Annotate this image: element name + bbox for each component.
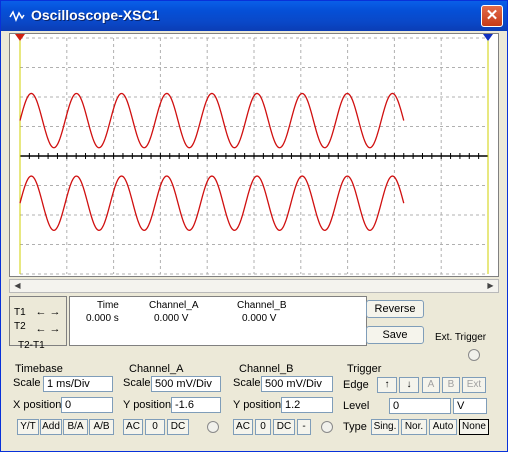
channel-a-title: Channel_A [127,363,186,375]
channel-a-header: Channel_A [149,300,199,311]
ext-trigger-connector[interactable] [468,349,480,361]
trigger-ext-button[interactable]: Ext [462,377,486,393]
edge-label: Edge [343,379,369,391]
mode-add-button[interactable]: Add [40,419,62,435]
trace-channel-a [19,175,405,232]
reverse-button[interactable]: Reverse [366,300,424,318]
scroll-right-icon[interactable]: ▶ [484,280,497,292]
channel-b-zero-button[interactable]: 0 [255,419,271,435]
mode-ab-button[interactable]: A/B [89,419,114,435]
title-bar[interactable]: Oscilloscope-XSC1 ✕ [1,1,507,31]
channel-a-scale-field[interactable]: 500 mV/Div [151,376,221,392]
ext-trigger-label: Ext. Trigger [435,332,487,343]
falling-edge-button[interactable]: ↓ [399,377,419,393]
scope-display [9,33,499,277]
t2-label: T2 [14,321,26,332]
cursor-t1-marker [15,34,25,41]
save-button[interactable]: Save [366,326,424,344]
horizontal-scrollbar[interactable]: ◀ ▶ [9,279,499,293]
window-title: Oscilloscope-XSC1 [31,7,160,23]
x-position-label: X position [13,399,62,411]
trigger-group: Trigger Edge ↑ ↓ A B Ext Level 0 V Type … [341,363,499,437]
scroll-left-icon[interactable]: ◀ [11,280,24,292]
cursor-readout: Time Channel_A Channel_B 0.000 s 0.000 V… [69,296,367,346]
t1-right-button[interactable]: → [44,306,66,319]
channel-b-minus-button[interactable]: - [297,419,311,435]
trigger-b-button[interactable]: B [442,377,460,393]
channel-b-scale-field[interactable]: 500 mV/Div [261,376,333,392]
channel-a-connector[interactable] [207,421,219,433]
trigger-auto-button[interactable]: Auto [429,419,457,435]
close-button[interactable]: ✕ [481,5,503,27]
x-position-field[interactable]: 0 [61,397,113,413]
trigger-title: Trigger [345,363,384,375]
channel-a-group: Channel_A Scale 500 mV/Div Y position -1… [119,363,223,437]
channel-b-ac-button[interactable]: AC [233,419,253,435]
timebase-scale-field[interactable]: 1 ms/Div [43,376,113,392]
channel-a-ypos-field[interactable]: -1.6 [171,397,221,413]
channel-b-scale-label: Scale [233,377,261,389]
channel-b-dc-button[interactable]: DC [273,419,295,435]
timebase-scale-label: Scale [13,377,41,389]
channel-b-group: Channel_B Scale 500 mV/Div Y position 1.… [229,363,337,437]
channel-b-ypos-label: Y position [233,399,282,411]
level-field[interactable]: 0 [389,398,451,414]
time-header: Time [97,300,119,311]
level-unit-field[interactable]: V [453,398,487,414]
channel-b-header: Channel_B [237,300,287,311]
t1-label: T1 [14,307,26,318]
trigger-none-button[interactable]: None [459,419,489,435]
measurement-panel: T1 ← → T2 ← → T2-T1 Time Channel_A Chann… [9,294,499,352]
channel-a-ypos-label: Y position [123,399,172,411]
channel-a-dc-button[interactable]: DC [167,419,189,435]
cursor-controls: T1 ← → T2 ← → T2-T1 [9,296,67,351]
oscilloscope-window: Oscilloscope-XSC1 ✕ ◀ ▶ T1 ← → T2 ← → T2… [0,0,508,452]
trigger-a-button[interactable]: A [422,377,440,393]
trigger-single-button[interactable]: Sing. [371,419,399,435]
channel-b-ypos-field[interactable]: 1.2 [281,397,333,413]
channel-b-connector[interactable] [321,421,333,433]
oscilloscope-icon [9,10,25,23]
channel-a-value: 0.000 V [154,313,189,324]
timebase-group: Timebase Scale 1 ms/Div X position 0 Y/T… [9,363,115,437]
mode-ba-button[interactable]: B/A [63,419,88,435]
trigger-normal-button[interactable]: Nor. [401,419,427,435]
t2-right-button[interactable]: → [44,323,66,336]
channel-a-zero-button[interactable]: 0 [145,419,165,435]
mode-yt-button[interactable]: Y/T [17,419,39,435]
channel-b-title: Channel_B [237,363,296,375]
rising-edge-button[interactable]: ↑ [377,377,397,393]
level-label: Level [343,400,370,412]
type-label: Type [343,421,367,433]
channel-a-ac-button[interactable]: AC [123,419,143,435]
time-value: 0.000 s [86,313,119,324]
scope-plot [15,34,493,275]
channel-a-scale-label: Scale [123,377,151,389]
channel-b-value: 0.000 V [242,313,277,324]
timebase-title: Timebase [13,363,65,375]
t2-t1-label: T2-T1 [18,340,45,351]
trace-channel-b [19,92,405,149]
